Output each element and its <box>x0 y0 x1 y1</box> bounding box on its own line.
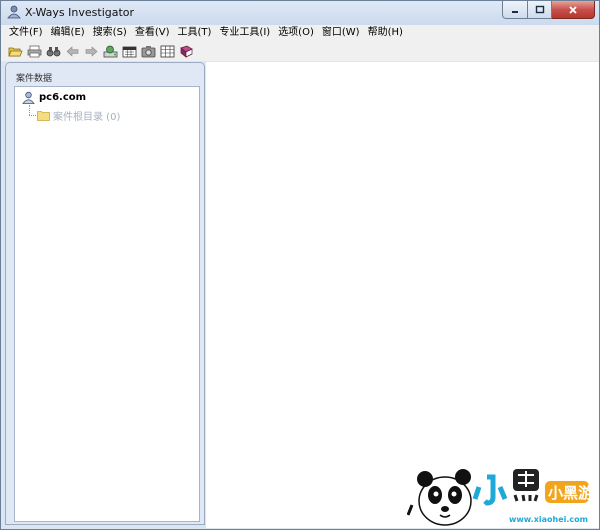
menu-help[interactable]: 帮助(H) <box>364 26 407 40</box>
menu-search[interactable]: 搜索(S) <box>89 26 131 40</box>
title-bar[interactable]: X-Ways Investigator <box>1 1 599 25</box>
panel-title: 案件数据 <box>16 74 53 84</box>
maximize-icon <box>535 5 544 13</box>
app-icon <box>7 5 21 19</box>
close-button[interactable] <box>552 1 595 19</box>
grid-icon[interactable] <box>159 43 175 59</box>
back-arrow-icon[interactable] <box>64 43 80 59</box>
window-title: X-Ways Investigator <box>25 6 135 19</box>
window-controls <box>502 1 595 19</box>
menu-specialist-tools[interactable]: 专业工具(I) <box>215 26 274 40</box>
forward-arrow-icon[interactable] <box>83 43 99 59</box>
tree-child-label: 案件根目录 (0) <box>53 112 121 123</box>
disk-icon[interactable] <box>102 43 118 59</box>
menu-options[interactable]: 选项(O) <box>274 26 318 40</box>
app-window: X-Ways Investigator 文件(F) 编辑(E) 搜索(S) 查看… <box>0 0 600 530</box>
case-data-panel: 案件数据 pc6.com 案件根目录 (0) <box>5 62 205 525</box>
case-tree[interactable]: pc6.com 案件根目录 (0) <box>14 86 200 522</box>
tree-child-node[interactable]: 案件根目录 (0) <box>37 108 120 123</box>
binoculars-icon[interactable] <box>45 43 61 59</box>
print-icon[interactable] <box>26 43 42 59</box>
tree-root-node[interactable]: pc6.com <box>22 91 86 104</box>
folder-icon <box>37 111 50 121</box>
camera-icon[interactable] <box>140 43 156 59</box>
menu-window[interactable]: 窗口(W) <box>318 26 364 40</box>
watermark-domain: www.xiaohei.com <box>509 515 588 524</box>
minimize-icon <box>512 10 518 13</box>
close-icon <box>569 5 577 14</box>
menu-view[interactable]: 查看(V) <box>131 26 174 40</box>
maximize-button[interactable] <box>528 1 552 19</box>
watermark: 小黑游戏 www.xiaohei.com <box>406 457 600 527</box>
tree-connector-vertical <box>29 105 30 115</box>
minimize-button[interactable] <box>502 1 528 19</box>
toolbar <box>1 41 599 61</box>
calendar-icon[interactable] <box>121 43 137 59</box>
case-user-icon <box>22 91 35 104</box>
book-icon[interactable] <box>178 43 194 59</box>
watermark-brand-text: 小黑游戏 <box>548 484 597 502</box>
menu-bar: 文件(F) 编辑(E) 搜索(S) 查看(V) 工具(T) 专业工具(I) 选项… <box>1 25 599 41</box>
open-folder-icon[interactable] <box>7 43 23 59</box>
menu-tools[interactable]: 工具(T) <box>174 26 216 40</box>
menu-edit[interactable]: 编辑(E) <box>47 26 89 40</box>
tree-root-label: pc6.com <box>39 92 87 103</box>
menu-file[interactable]: 文件(F) <box>5 26 47 40</box>
